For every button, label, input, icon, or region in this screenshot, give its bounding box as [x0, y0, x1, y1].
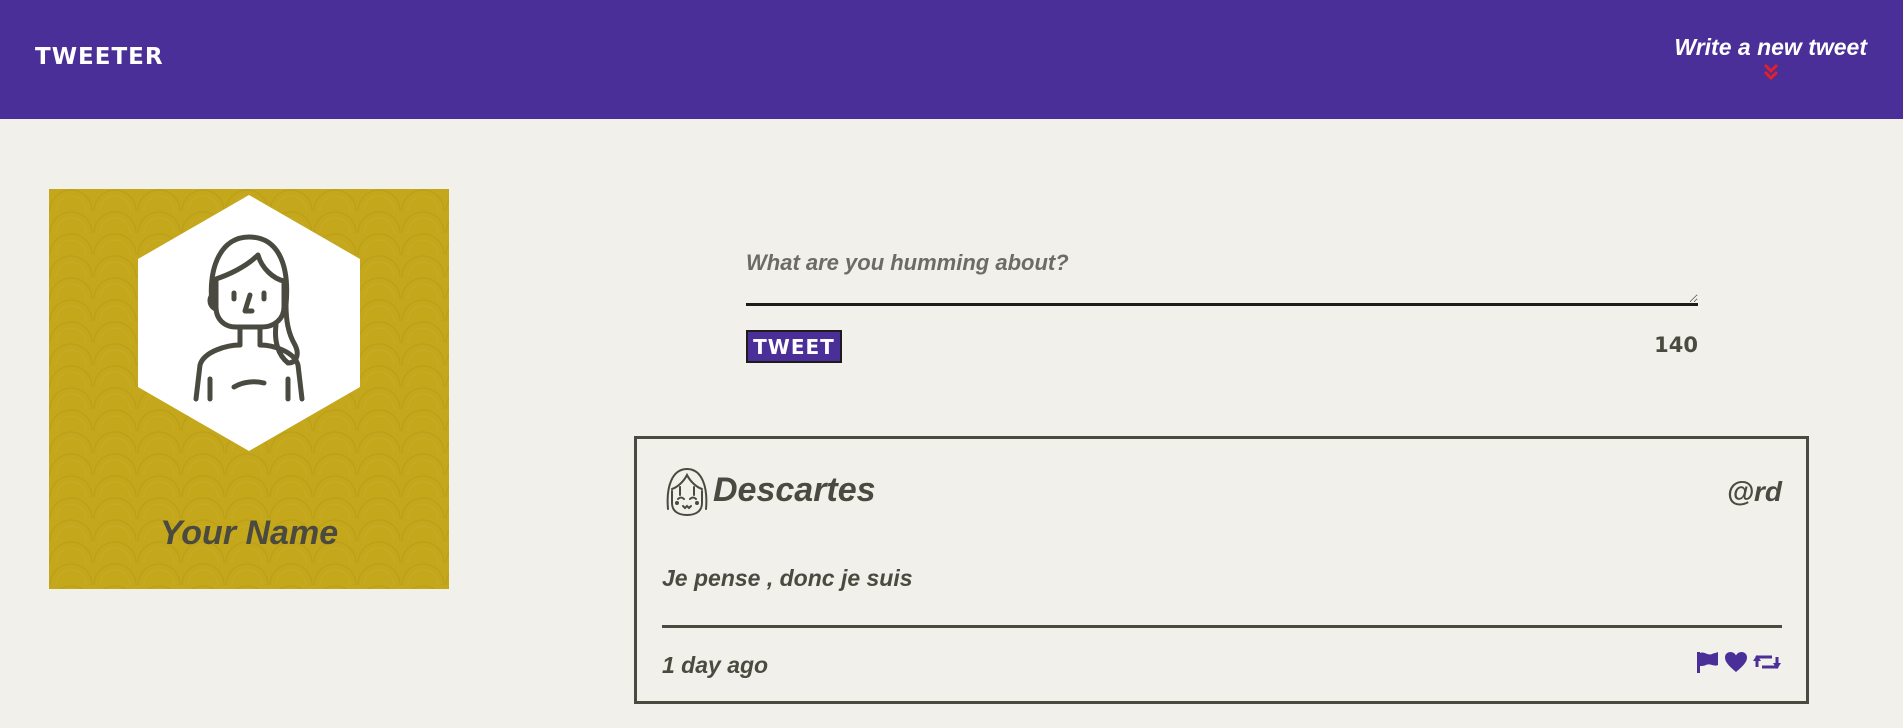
character-counter: 140 [1654, 333, 1698, 357]
tweet-actions [1694, 649, 1782, 675]
tweet-handle: @rd [1726, 476, 1782, 507]
tweet-card: Descartes @rd Je pense , donc je suis 1 … [634, 436, 1809, 704]
tweet-content: Je pense , donc je suis [662, 565, 913, 591]
write-new-tweet-button[interactable]: Write a new tweet [1674, 34, 1867, 81]
tweet-divider [662, 625, 1782, 628]
top-nav: TWEETER Write a new tweet [0, 0, 1903, 119]
retweet-icon[interactable] [1752, 649, 1782, 675]
tweet-submit-button[interactable]: TWEET [746, 330, 842, 363]
tweet-textarea[interactable] [746, 240, 1698, 306]
profile-card: Your Name [49, 189, 449, 589]
tweet-composer: TWEET 140 [746, 240, 1698, 364]
profile-name: Your Name [159, 514, 339, 552]
girl-face-icon [666, 467, 708, 517]
flag-icon[interactable] [1694, 649, 1720, 675]
double-chevron-down-icon [1763, 63, 1778, 81]
tweet-timestamp: 1 day ago [662, 652, 769, 678]
heart-icon[interactable] [1723, 649, 1749, 675]
woman-avatar-icon [138, 195, 360, 451]
tweet-author: Descartes [713, 471, 876, 509]
brand-logo[interactable]: TWEETER [35, 44, 164, 70]
write-new-tweet-label: Write a new tweet [1674, 34, 1867, 60]
composer-actions: TWEET 140 [746, 330, 1698, 364]
